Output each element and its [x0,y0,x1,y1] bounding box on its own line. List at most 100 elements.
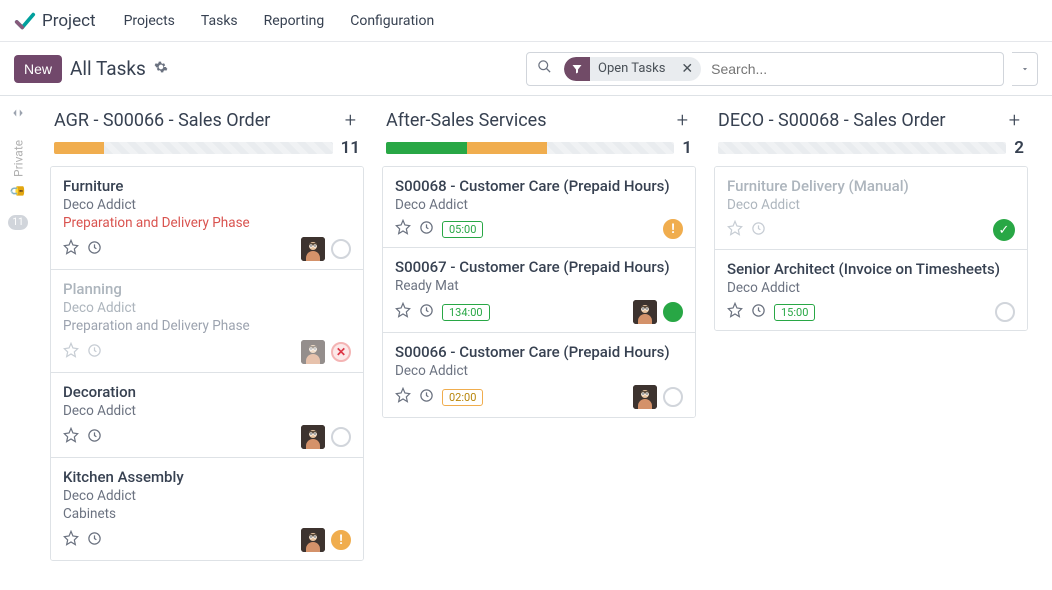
card-footer: ✓ [727,219,1015,241]
nav-configuration[interactable]: Configuration [340,7,444,35]
kanban-card[interactable]: Decoration Deco Addict [51,373,363,458]
column-add-icon[interactable]: + [1005,108,1024,132]
star-icon[interactable] [395,302,411,322]
nav-reporting[interactable]: Reporting [254,7,335,35]
status-indicator[interactable] [331,239,351,259]
kanban-card[interactable]: S00066 - Customer Care (Prepaid Hours) De… [383,333,695,417]
card-footer: 02:00 [395,385,683,409]
assignee-avatar[interactable] [301,425,325,449]
column-progress-bar[interactable] [386,142,674,154]
status-indicator[interactable] [995,302,1015,322]
star-icon[interactable] [63,530,79,550]
activity-clock-icon[interactable] [87,428,102,447]
funnel-icon [564,57,590,81]
column-add-icon[interactable]: + [673,108,692,132]
status-indicator[interactable] [663,302,683,322]
hours-badge: 05:00 [442,221,483,238]
card-list: S00068 - Customer Care (Prepaid Hours)De… [382,166,696,418]
status-done-icon[interactable]: ✓ [993,219,1015,241]
assignee-avatar[interactable] [633,385,657,409]
nav-projects[interactable]: Projects [114,7,185,35]
column-progress-bar[interactable] [718,142,1006,154]
kanban-column: After-Sales Services + 1 S00068 - Custom… [382,96,696,576]
star-icon[interactable] [63,427,79,447]
search-box: Open Tasks ✕ [526,52,1004,86]
kanban-card[interactable]: S00067 - Customer Care (Prepaid Hours)Re… [383,248,695,333]
card-title: Planning [63,280,351,298]
kanban-column: AGR - S00066 - Sales Order + 11 Furnitur… [50,96,364,576]
rail-collapse-icon[interactable] [11,106,25,124]
card-footer [63,425,351,449]
progress-segment [386,142,467,154]
filter-chip-remove-icon[interactable]: ✕ [673,61,701,77]
search-icon[interactable] [527,59,562,78]
card-subtitle: Deco Addict [63,300,351,316]
rail-tab-private[interactable]: 🔒 Private [11,134,26,205]
status-warning-icon[interactable]: ! [663,219,683,239]
kanban-card[interactable]: PlanningDeco AddictPreparation and Deliv… [51,270,363,373]
column-header: After-Sales Services + [382,96,696,138]
activity-clock-icon[interactable] [87,343,102,362]
star-icon[interactable] [395,219,411,239]
assignee-avatar[interactable] [301,528,325,552]
card-subtitle: Deco Addict [395,363,683,379]
top-navbar: Project Projects Tasks Reporting Configu… [0,0,1052,42]
status-blocked-icon[interactable]: ✕ [331,342,351,362]
assignee-avatar[interactable] [633,300,657,324]
filter-chip-open-tasks: Open Tasks ✕ [564,57,701,81]
nav-tasks[interactable]: Tasks [191,7,248,35]
breadcrumb-title[interactable]: All Tasks [70,57,146,80]
kanban-card[interactable]: FurnitureDeco AddictPreparation and Deli… [51,167,363,270]
star-icon[interactable] [63,342,79,362]
star-icon[interactable] [727,302,743,322]
star-icon[interactable] [727,220,743,240]
assignee-avatar[interactable] [301,237,325,261]
assignee-avatar[interactable] [301,340,325,364]
column-count: 2 [1014,138,1024,158]
card-subtitle: Ready Mat [395,278,683,294]
column-subheader: 11 [50,138,364,166]
brand-logo-icon [14,10,36,32]
card-subtitle: Deco Addict [63,403,351,419]
activity-clock-icon[interactable] [419,303,434,322]
card-title: Furniture Delivery (Manual) [727,177,1015,195]
card-list: FurnitureDeco AddictPreparation and Deli… [50,166,364,561]
activity-clock-icon[interactable] [419,388,434,407]
column-title[interactable]: DECO - S00068 - Sales Order [718,110,1005,131]
kanban-card[interactable]: Furniture Delivery (Manual)Deco Addict ✓ [715,167,1027,250]
card-footer [63,237,351,261]
column-count: 11 [341,138,360,158]
new-button[interactable]: New [14,55,62,83]
status-indicator[interactable] [331,427,351,447]
column-add-icon[interactable]: + [341,108,360,132]
card-footer: ✕ [63,340,351,364]
activity-clock-icon[interactable] [87,531,102,550]
card-subtitle: Deco Addict [63,197,351,213]
star-icon[interactable] [395,387,411,407]
star-icon[interactable] [63,239,79,259]
column-count: 1 [682,138,692,158]
card-footer: 05:00 ! [395,219,683,239]
activity-clock-icon[interactable] [419,220,434,239]
card-title: S00066 - Customer Care (Prepaid Hours) [395,343,683,361]
kanban-card[interactable]: S00068 - Customer Care (Prepaid Hours)De… [383,167,695,248]
card-title: Decoration [63,383,351,401]
activity-clock-icon[interactable] [751,303,766,322]
status-warning-icon[interactable]: ! [331,530,351,550]
kanban-card[interactable]: Kitchen AssemblyDeco AddictCabinets ! [51,458,363,560]
app-name[interactable]: Project [42,11,96,31]
column-title[interactable]: After-Sales Services [386,110,673,131]
column-progress-bar[interactable] [54,142,333,154]
status-indicator[interactable] [663,387,683,407]
column-title[interactable]: AGR - S00066 - Sales Order [54,110,341,131]
view-dropdown-toggle[interactable] [1012,52,1038,86]
activity-clock-icon[interactable] [751,221,766,240]
gear-icon[interactable] [154,60,168,78]
activity-clock-icon[interactable] [87,240,102,259]
rail-private-count: 11 [8,215,27,230]
search-input[interactable] [701,61,1003,77]
card-footer: ! [63,528,351,552]
column-subheader: 2 [714,138,1028,166]
kanban-card[interactable]: Senior Architect (Invoice on Timesheets)… [715,250,1027,330]
card-footer: 15:00 [727,302,1015,322]
